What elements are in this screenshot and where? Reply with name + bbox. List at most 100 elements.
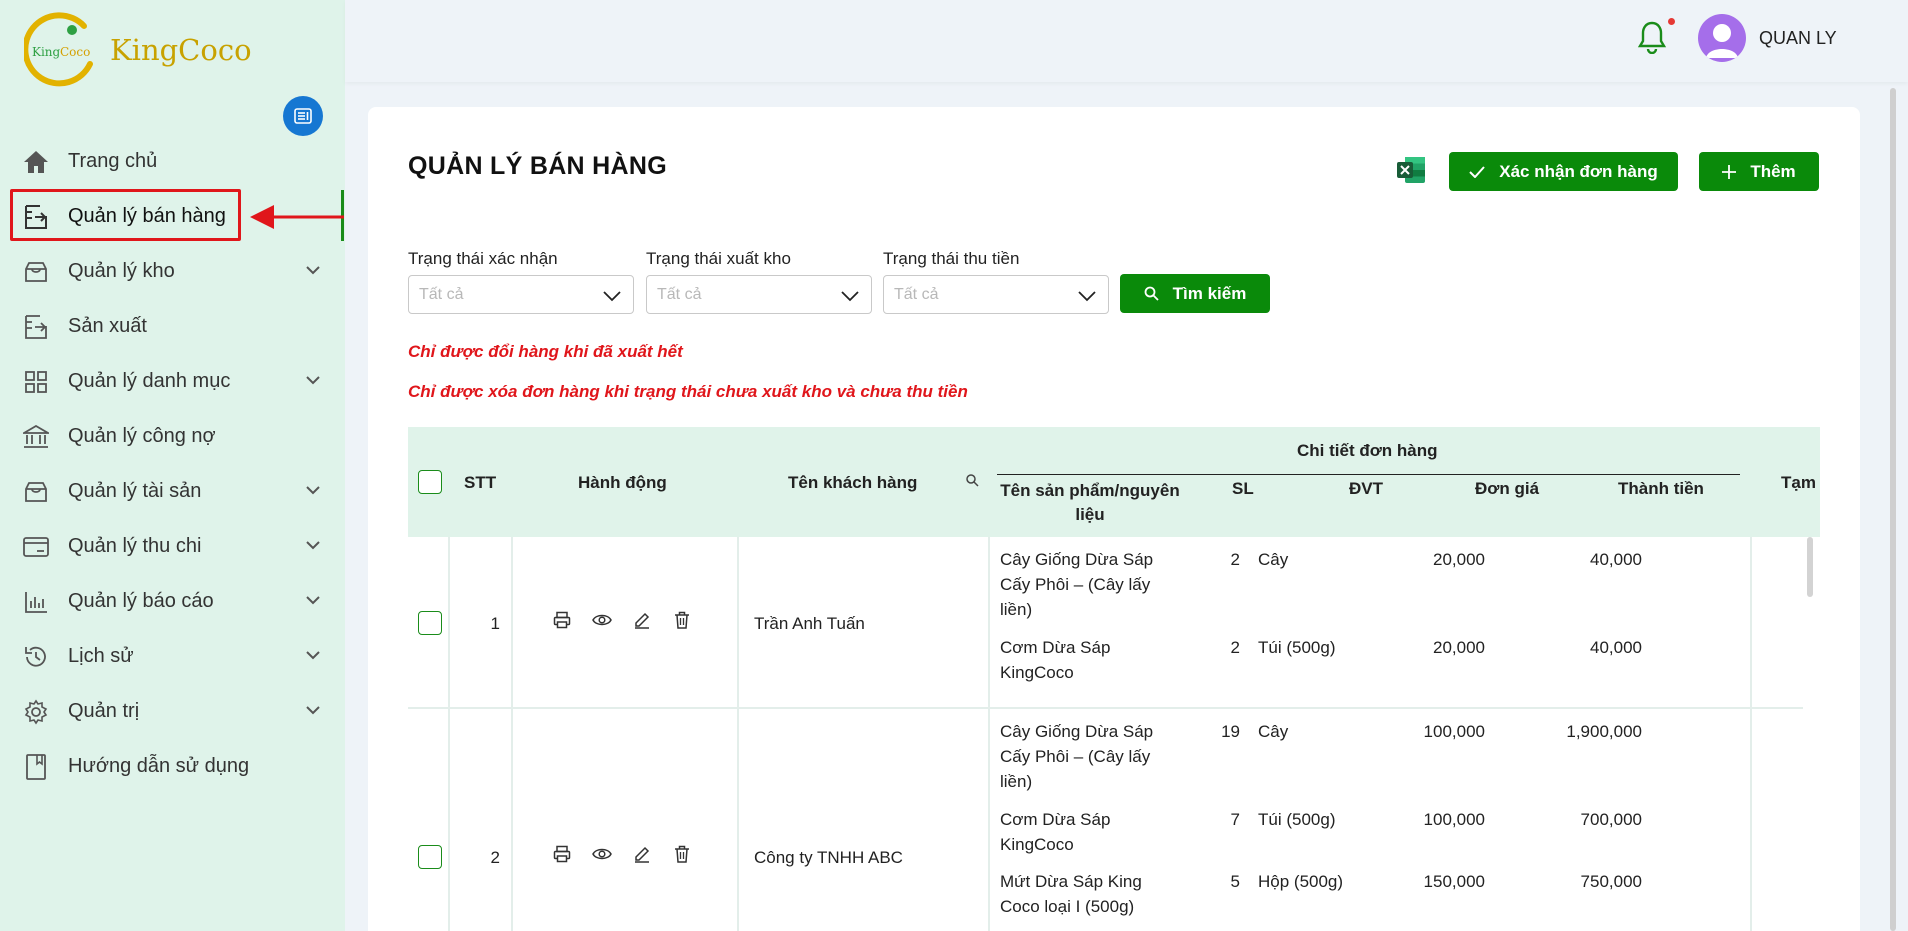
row-actions bbox=[542, 845, 702, 863]
sidebar: King Coco KingCoco Trang chủ Quản lý bán… bbox=[0, 0, 345, 931]
grid-icon bbox=[22, 368, 50, 396]
row-checkbox[interactable] bbox=[418, 611, 442, 635]
header-stt: STT bbox=[464, 473, 497, 492]
sidebar-item-label: Quản trị bbox=[68, 700, 140, 722]
search-icon bbox=[1144, 286, 1159, 301]
delete-icon[interactable] bbox=[662, 845, 702, 863]
sidebar-item-categories[interactable]: Quản lý danh mục bbox=[0, 354, 345, 409]
sidebar-item-label: Quản lý báo cáo bbox=[68, 590, 214, 612]
item-unit: Cây bbox=[1258, 550, 1289, 569]
scrollbar-thumb[interactable] bbox=[1890, 88, 1896, 931]
sidebar-item-home[interactable]: Trang chủ bbox=[0, 134, 345, 189]
sidebar-item-label: Trang chủ bbox=[68, 150, 158, 172]
view-icon[interactable] bbox=[582, 847, 622, 861]
select-all-checkbox[interactable] bbox=[418, 470, 442, 494]
sidebar-item-label: Quản lý bán hàng bbox=[68, 205, 226, 227]
filter-label: Trạng thái xuất kho bbox=[646, 249, 791, 268]
username[interactable]: QUAN LY bbox=[1759, 28, 1837, 49]
item-total: 750,000 bbox=[1580, 872, 1642, 891]
chevron-down-icon bbox=[306, 647, 320, 665]
box-icon bbox=[22, 478, 50, 506]
search-icon[interactable] bbox=[966, 474, 979, 492]
book-icon bbox=[22, 753, 50, 781]
sidebar-item-reports[interactable]: Quản lý báo cáo bbox=[0, 574, 345, 629]
row-actions bbox=[542, 611, 702, 629]
item-total: 40,000 bbox=[1590, 550, 1642, 569]
select-placeholder: Tất cả bbox=[419, 285, 464, 303]
avatar[interactable] bbox=[1698, 14, 1746, 62]
sidebar-item-label: Quản lý công nợ bbox=[68, 425, 216, 447]
excel-export-icon[interactable] bbox=[1395, 155, 1427, 185]
sidebar-item-label: Quản lý kho bbox=[68, 260, 175, 282]
chevron-down-icon bbox=[306, 592, 320, 610]
gear-icon bbox=[22, 698, 50, 726]
bar-chart-icon bbox=[22, 588, 50, 616]
sidebar-item-label: Lịch sử bbox=[68, 645, 134, 667]
edit-icon[interactable] bbox=[622, 845, 662, 863]
notification-badge bbox=[1668, 18, 1675, 25]
note-delete: Chỉ được xóa đơn hàng khi trạng thái chư… bbox=[408, 382, 968, 401]
print-icon[interactable] bbox=[542, 611, 582, 629]
item-price: 100,000 bbox=[1423, 810, 1485, 829]
payment-status-select[interactable]: Tất cả bbox=[883, 275, 1109, 314]
sidebar-item-label: Quản lý tài sản bbox=[68, 480, 202, 502]
red-arrow-icon bbox=[250, 205, 344, 229]
sidebar-item-income-expense[interactable]: Quản lý thu chi bbox=[0, 519, 345, 574]
print-icon[interactable] bbox=[542, 845, 582, 863]
sidebar-item-guide[interactable]: Hướng dẫn sử dụng bbox=[0, 739, 345, 794]
sidebar-item-history[interactable]: Lịch sử bbox=[0, 629, 345, 684]
table-scrollbar[interactable] bbox=[1807, 537, 1813, 597]
filter-export-status: Trạng thái xuất kho Tất cả bbox=[646, 249, 872, 314]
export-status-select[interactable]: Tất cả bbox=[646, 275, 872, 314]
menu-collapse-icon bbox=[294, 108, 312, 124]
column-divider bbox=[737, 709, 739, 931]
sidebar-nav: Trang chủ Quản lý bán hàng Quản lý kho S… bbox=[0, 134, 345, 794]
sidebar-item-label: Sản xuất bbox=[68, 315, 147, 337]
sidebar-item-debt[interactable]: Quản lý công nợ bbox=[0, 409, 345, 464]
bell-icon[interactable] bbox=[1637, 20, 1667, 59]
filter-label: Trạng thái xác nhận bbox=[408, 249, 558, 268]
sidebar-item-label: Hướng dẫn sử dụng bbox=[68, 755, 250, 777]
row-customer: Công ty TNHH ABC bbox=[754, 848, 903, 867]
confirm-status-select[interactable]: Tất cả bbox=[408, 275, 634, 314]
delete-icon[interactable] bbox=[662, 611, 702, 629]
edit-icon[interactable] bbox=[622, 611, 662, 629]
chevron-down-icon bbox=[603, 289, 621, 307]
item-product: Cơm Dừa Sáp KingCoco bbox=[1000, 810, 1111, 854]
item-product: Cây Giống Dừa Sáp Cấy Phôi – (Cây lấy li… bbox=[1000, 722, 1154, 791]
chevron-down-icon bbox=[841, 289, 859, 307]
item-price: 20,000 bbox=[1433, 638, 1485, 657]
sidebar-item-production[interactable]: Sản xuất bbox=[0, 299, 345, 354]
header-qty: SL bbox=[1232, 479, 1254, 498]
sidebar-item-warehouse[interactable]: Quản lý kho bbox=[0, 244, 345, 299]
sidebar-item-admin[interactable]: Quản trị bbox=[0, 684, 345, 739]
column-divider bbox=[511, 537, 513, 707]
chevron-down-icon bbox=[306, 482, 320, 500]
logo[interactable]: King Coco KingCoco bbox=[22, 12, 252, 88]
search-button[interactable]: Tìm kiếm bbox=[1120, 274, 1270, 313]
row-checkbox[interactable] bbox=[418, 845, 442, 869]
add-button[interactable]: Thêm bbox=[1699, 152, 1819, 191]
collapse-sidebar-button[interactable] bbox=[283, 96, 323, 136]
chevron-down-icon bbox=[306, 262, 320, 280]
item-product: Cơm Dừa Sáp KingCoco bbox=[1000, 638, 1111, 682]
row-customer: Trần Anh Tuấn bbox=[754, 614, 865, 633]
page-scrollbar[interactable] bbox=[1890, 88, 1896, 931]
item-product: Mứt Dừa Sáp King Coco loại I (500g) bbox=[1000, 872, 1142, 916]
item-qty: 2 bbox=[1230, 550, 1240, 569]
column-divider bbox=[448, 709, 450, 931]
confirm-order-label: Xác nhận đơn hàng bbox=[1499, 161, 1658, 181]
item-total: 1,900,000 bbox=[1566, 722, 1642, 741]
row-stt: 2 bbox=[490, 848, 500, 867]
item-qty: 2 bbox=[1230, 638, 1240, 657]
header-total: Thành tiền bbox=[1618, 479, 1704, 498]
confirm-order-button[interactable]: Xác nhận đơn hàng bbox=[1449, 152, 1678, 191]
view-icon[interactable] bbox=[582, 613, 622, 627]
table-row[interactable]: 2 Công ty TNHH ABC Cây Giống Dừa Sáp Cấy… bbox=[408, 709, 1803, 931]
top-header bbox=[345, 0, 1908, 82]
sidebar-item-assets[interactable]: Quản lý tài sản bbox=[0, 464, 345, 519]
warehouse-icon bbox=[22, 258, 50, 286]
table-row[interactable]: 1 Trần Anh Tuấn Cây Giống Dừa Sáp Cấy Ph… bbox=[408, 537, 1803, 709]
column-divider bbox=[1750, 537, 1752, 707]
filter-confirm-status: Trạng thái xác nhận Tất cả bbox=[408, 249, 634, 314]
